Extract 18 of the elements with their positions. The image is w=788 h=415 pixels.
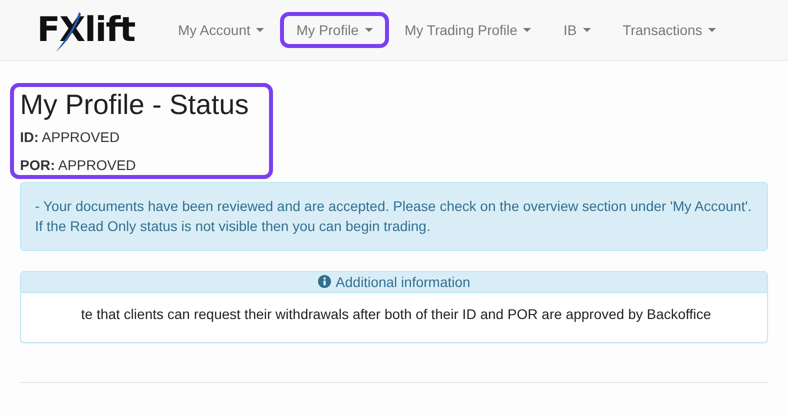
page-title: My Profile - Status	[20, 89, 250, 121]
caret-icon	[708, 28, 716, 32]
caret-icon	[256, 28, 264, 32]
panel-title: Additional information	[336, 274, 470, 290]
nav-menu[interactable]: My Trading Profile	[388, 12, 548, 48]
caret-icon	[364, 28, 373, 32]
alert-text: If the Read Only status is not visible then you can begin trading.	[35, 217, 432, 236]
caret-icon	[582, 28, 591, 32]
status-line: POR: APPROVED	[20, 157, 137, 173]
caret-icon	[523, 28, 532, 32]
alert-text: - Your documents have been reviewed and are accepted. Please check on the overview section under 'My Account'.	[35, 197, 753, 216]
nav-menu[interactable]: IB	[547, 12, 607, 48]
info-icon	[318, 275, 331, 288]
nav-menu[interactable]: My Account	[162, 12, 280, 48]
status-line: ID: APPROVED	[20, 129, 121, 145]
nav-menu[interactable]: My Profile	[280, 12, 389, 48]
panel-text: te that clients can request their withdrawals after both of their ID and POR are approved by Backoffice	[81, 306, 712, 322]
nav-menu[interactable]: Transactions	[606, 12, 732, 48]
